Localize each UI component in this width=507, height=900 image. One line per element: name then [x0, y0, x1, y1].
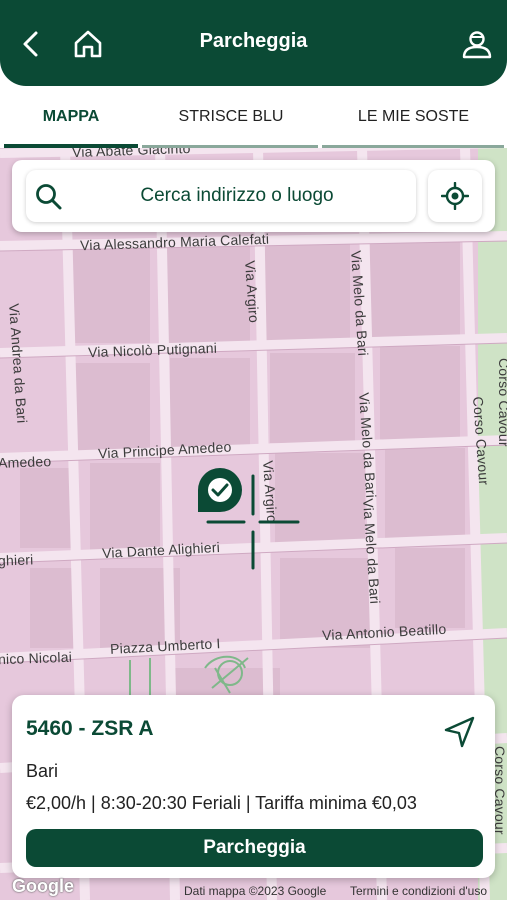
zone-info-card: 5460 - ZSR A Bari €2,00/h | 8:30-20:30 F…	[12, 695, 495, 878]
tab-divider	[322, 145, 504, 148]
zone-details: €2,00/h | 8:30-20:30 Feriali | Tariffa m…	[26, 793, 417, 813]
map-footer: Google Dati mappa ©2023 Google Termini e…	[0, 876, 507, 900]
locate-button[interactable]	[428, 170, 482, 222]
crosshair-locate-icon	[441, 182, 469, 210]
map-data-attribution: Dati mappa ©2023 Google	[184, 884, 327, 898]
navigation-arrow-icon[interactable]	[443, 715, 477, 749]
app-header: Parcheggia	[0, 0, 507, 86]
parking-zone-marker[interactable]	[196, 466, 306, 581]
search-field[interactable]	[26, 170, 416, 222]
tab-bar: MAPPA STRISCE BLU LE MIE SOSTE	[0, 86, 507, 148]
search-bar	[12, 160, 495, 232]
zone-title: 5460 - ZSR A	[26, 717, 154, 740]
tab-label: MAPPA	[42, 108, 100, 125]
google-logo: Google	[12, 876, 74, 896]
user-profile-icon[interactable]	[459, 26, 495, 62]
active-tab-indicator	[4, 144, 138, 148]
street-label: Amedeo	[0, 453, 52, 471]
search-input[interactable]	[70, 170, 404, 222]
tab-label: LE MIE SOSTE	[357, 108, 470, 125]
terms-link[interactable]: Termini e condizioni d'uso	[350, 884, 487, 898]
tab-strisce-blu[interactable]: STRISCE BLU	[142, 86, 320, 148]
search-icon	[36, 184, 62, 210]
street-label: Corso Cavour	[496, 358, 507, 447]
tab-le-mie-soste[interactable]: LE MIE SOSTE	[320, 86, 507, 148]
street-label: ghieri	[0, 551, 34, 569]
tab-divider	[142, 145, 318, 148]
parcheggia-button[interactable]: Parcheggia	[26, 829, 483, 867]
tab-label: STRISCE BLU	[178, 108, 284, 125]
street-label: nico Nicolai	[0, 648, 73, 668]
page-title: Parcheggia	[199, 30, 308, 52]
tab-mappa[interactable]: MAPPA	[0, 86, 142, 148]
zone-city: Bari	[26, 761, 59, 781]
